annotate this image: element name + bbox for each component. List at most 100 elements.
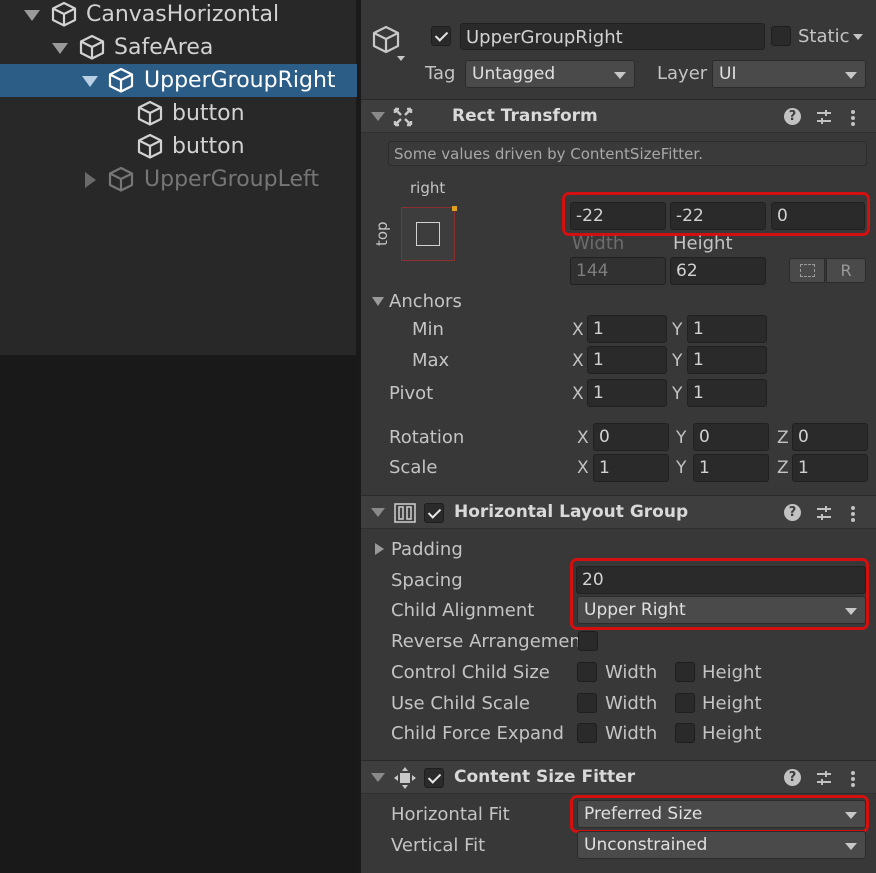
scale-z-field[interactable]: 1 bbox=[792, 454, 868, 482]
hierarchy-item-button[interactable]: button bbox=[0, 97, 357, 130]
object-name-field[interactable]: UpperGroupRight bbox=[460, 23, 765, 50]
padding-foldout-icon[interactable] bbox=[375, 543, 384, 555]
anchors-label[interactable]: Anchors bbox=[389, 291, 462, 313]
anchor-presets-button[interactable] bbox=[401, 206, 457, 261]
rotation-label: Rotation bbox=[389, 427, 465, 448]
control-child-size-label: Control Child Size bbox=[391, 662, 550, 683]
static-dropdown-icon[interactable] bbox=[853, 34, 863, 40]
foldout-arrow-icon[interactable] bbox=[371, 508, 385, 517]
help-icon[interactable]: ? bbox=[784, 504, 801, 521]
axis-y-label: Y bbox=[672, 384, 683, 404]
layer-dropdown[interactable]: UI bbox=[712, 60, 866, 88]
highlight-box bbox=[570, 795, 869, 833]
active-checkbox[interactable] bbox=[431, 26, 451, 46]
axis-x-label: X bbox=[572, 320, 584, 340]
hlg-enabled-checkbox[interactable] bbox=[424, 503, 444, 523]
rotation-z-field[interactable]: 0 bbox=[792, 423, 868, 451]
anchor-vertical-label: top bbox=[373, 221, 391, 246]
scale-height-checkbox[interactable] bbox=[675, 693, 695, 713]
padding-label[interactable]: Padding bbox=[391, 539, 463, 561]
static-label[interactable]: Static bbox=[798, 26, 849, 48]
hierarchy-item-canvashorizontal[interactable]: CanvasHorizontal bbox=[0, 0, 357, 31]
axis-y-label: Y bbox=[676, 428, 687, 448]
static-checkbox[interactable] bbox=[771, 26, 791, 46]
anchor-max-x-field[interactable]: 1 bbox=[587, 346, 667, 374]
scale-width-checkbox[interactable] bbox=[577, 693, 597, 713]
reverse-arrangement-label: Reverse Arrangement bbox=[391, 631, 588, 652]
content-size-fitter-header[interactable]: Content Size Fitter ? bbox=[361, 760, 876, 794]
expand-arrow-icon[interactable] bbox=[52, 43, 68, 54]
anchors-foldout-icon[interactable] bbox=[372, 297, 384, 306]
anchor-min-label: Min bbox=[412, 319, 444, 340]
anchor-min-x-field[interactable]: 1 bbox=[587, 315, 667, 343]
rotation-y-field[interactable]: 0 bbox=[693, 423, 769, 451]
hierarchy-item-label: SafeArea bbox=[114, 35, 214, 60]
driven-values-note: Some values driven by ContentSizeFitter. bbox=[388, 141, 867, 166]
empty-panel-area bbox=[0, 355, 358, 873]
scale-label: Scale bbox=[389, 457, 438, 478]
more-options-icon[interactable] bbox=[851, 506, 855, 510]
height-label: Height bbox=[673, 233, 733, 254]
presets-icon[interactable] bbox=[815, 769, 833, 787]
gameobject-cube-icon bbox=[51, 1, 77, 27]
chevron-down-icon bbox=[614, 72, 626, 79]
chevron-down-icon bbox=[845, 843, 857, 850]
axis-x-label: X bbox=[577, 458, 589, 478]
hierarchy-item-label: UpperGroupRight bbox=[144, 68, 336, 93]
expand-arrow-icon[interactable] bbox=[24, 10, 40, 21]
axis-y-label: Y bbox=[672, 320, 683, 340]
hierarchy-item-uppergroupright[interactable]: UpperGroupRight bbox=[0, 64, 357, 97]
hierarchy-item-uppergroupleft[interactable]: UpperGroupLeft bbox=[0, 163, 357, 196]
help-icon[interactable]: ? bbox=[784, 108, 801, 125]
rect-transform-header[interactable]: Rect Transform ? bbox=[361, 99, 876, 133]
expand-width-checkbox[interactable] bbox=[577, 723, 597, 743]
width-field: 144 bbox=[570, 257, 666, 285]
csf-enabled-checkbox[interactable] bbox=[424, 768, 444, 788]
pivot-x-field[interactable]: 1 bbox=[587, 379, 667, 407]
height-label: Height bbox=[702, 662, 762, 683]
help-icon[interactable]: ? bbox=[784, 769, 801, 786]
control-width-checkbox[interactable] bbox=[577, 662, 597, 682]
presets-icon[interactable] bbox=[815, 108, 833, 126]
raw-edit-button[interactable]: R bbox=[826, 258, 866, 283]
anchor-min-y-field[interactable]: 1 bbox=[687, 315, 767, 343]
scale-x-field[interactable]: 1 bbox=[593, 454, 669, 482]
axis-x-label: X bbox=[572, 351, 584, 371]
hierarchy-item-safearea[interactable]: SafeArea bbox=[0, 31, 357, 64]
horizontal-fit-label: Horizontal Fit bbox=[391, 804, 510, 825]
gameobject-cube-icon bbox=[108, 166, 134, 192]
hierarchy-item-button[interactable]: button bbox=[0, 130, 357, 163]
blueprint-mode-button[interactable] bbox=[789, 258, 825, 283]
use-child-scale-label: Use Child Scale bbox=[391, 693, 530, 714]
collapse-arrow-icon[interactable] bbox=[85, 172, 96, 188]
highlight-box bbox=[562, 192, 870, 236]
horizontal-layout-icon bbox=[394, 503, 416, 523]
expand-arrow-icon[interactable] bbox=[82, 76, 98, 87]
width-label: Width bbox=[572, 233, 625, 254]
pivot-y-field[interactable]: 1 bbox=[687, 379, 767, 407]
gameobject-icon[interactable] bbox=[371, 24, 405, 62]
height-field[interactable]: 62 bbox=[670, 257, 766, 285]
rect-transform-title: Rect Transform bbox=[452, 106, 598, 126]
anchor-rect-icon bbox=[416, 222, 440, 246]
tag-value: Untagged bbox=[472, 64, 556, 84]
anchor-max-y-field[interactable]: 1 bbox=[687, 346, 767, 374]
control-height-checkbox[interactable] bbox=[675, 662, 695, 682]
foldout-arrow-icon[interactable] bbox=[371, 773, 385, 782]
more-options-icon[interactable] bbox=[851, 771, 855, 775]
foldout-arrow-icon[interactable] bbox=[371, 112, 385, 121]
reverse-arrangement-checkbox[interactable] bbox=[578, 631, 598, 651]
blueprint-icon bbox=[800, 264, 815, 277]
expand-height-checkbox[interactable] bbox=[675, 723, 695, 743]
presets-icon[interactable] bbox=[815, 504, 833, 522]
more-options-icon[interactable] bbox=[851, 110, 855, 114]
scale-y-field[interactable]: 1 bbox=[693, 454, 769, 482]
horizontal-layout-group-header[interactable]: Horizontal Layout Group ? bbox=[361, 495, 876, 529]
rotation-x-field[interactable]: 0 bbox=[593, 423, 669, 451]
inspector-panel: UpperGroupRight Static Tag Untagged Laye… bbox=[361, 0, 876, 873]
gameobject-cube-icon bbox=[137, 100, 163, 126]
vertical-fit-dropdown[interactable]: Unconstrained bbox=[577, 831, 866, 859]
axis-z-label: Z bbox=[777, 458, 789, 478]
gameobject-cube-icon bbox=[79, 34, 105, 60]
tag-dropdown[interactable]: Untagged bbox=[465, 60, 635, 88]
